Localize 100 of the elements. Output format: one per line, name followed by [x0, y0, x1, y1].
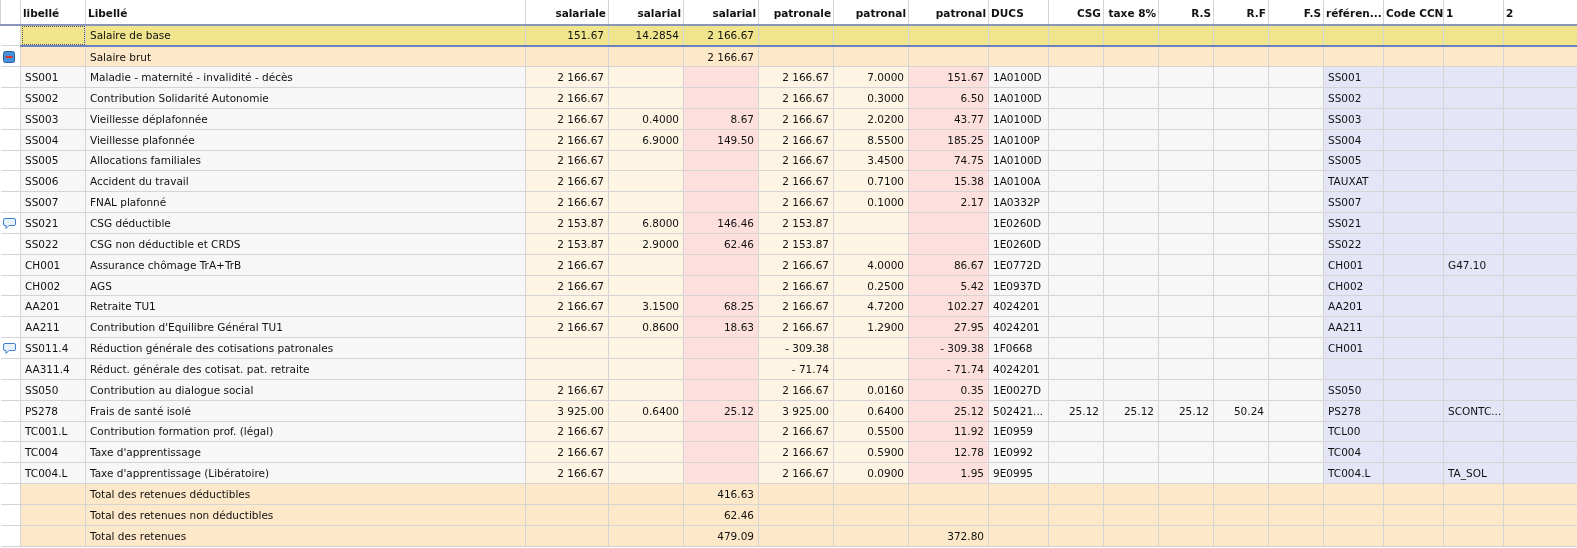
table-cell: Taxe d'apprentissage (Libératoire): [90, 467, 270, 480]
table-cell: 1E0027D: [993, 383, 1042, 396]
table-cell: SS022: [25, 237, 59, 250]
table-cell: 0.3000: [867, 91, 904, 104]
table-cell: 2 166.67: [782, 300, 829, 313]
table-cell: 149.50: [717, 133, 754, 146]
table-cell: CH001: [25, 258, 61, 271]
table-cell: 2 166.67: [782, 175, 829, 188]
table-cell: 151.67: [947, 71, 984, 84]
table-cell: G47.10: [1448, 258, 1487, 271]
table-cell: 1A0100D: [993, 71, 1042, 84]
table-cell: 8.5500: [867, 133, 904, 146]
table-cell: 2 166.67: [782, 112, 829, 125]
table-cell: SS004: [1328, 133, 1362, 146]
collapse-icon[interactable]: [2, 50, 15, 63]
table-cell: TC004: [1328, 446, 1362, 459]
table-cell: 2 166.67: [782, 321, 829, 334]
table-cell: Frais de santé isolé: [90, 404, 191, 417]
table-cell: 416.63: [717, 488, 754, 500]
comment-icon[interactable]: [2, 343, 16, 355]
table-cell: 25.12: [1123, 404, 1154, 417]
table-cell: 2 166.67: [557, 300, 604, 313]
table-cell: 5.42: [960, 279, 984, 292]
table-cell: 0.2500: [867, 279, 904, 292]
table-cell: Total des retenues déductibles: [90, 488, 251, 500]
table-cell: SS003: [1328, 112, 1362, 125]
table-cell: 25.12: [1178, 404, 1209, 417]
table-cell: 86.67: [953, 258, 984, 271]
table-cell: 2 166.67: [707, 50, 754, 63]
table-cell: 74.75: [953, 154, 984, 167]
table-cell: 50.24: [1233, 404, 1264, 417]
table-cell: SS021: [1328, 217, 1362, 229]
table-cell: Total des retenues: [90, 529, 187, 542]
table-cell: 11.92: [953, 425, 984, 438]
table-cell: SS022: [1328, 237, 1362, 250]
table-cell: Réduction générale des cotisations patronales: [90, 342, 334, 355]
table-cell: Contribution au dialogue social: [90, 383, 254, 396]
table-cell: 14.2854: [635, 29, 679, 42]
table-cell: 2 166.67: [782, 425, 829, 438]
table-cell: 3.1500: [642, 300, 679, 313]
table-cell: CH001: [1328, 258, 1364, 271]
column-header[interactable]: 1: [1446, 7, 1454, 19]
table-cell: 2 166.67: [782, 279, 829, 292]
table-cell: 43.77: [953, 112, 984, 125]
table-cell: 102.27: [947, 300, 984, 313]
table-cell: 1.95: [960, 467, 984, 480]
column-header[interactable]: F.S: [1303, 7, 1321, 19]
table-cell: 6.9000: [642, 133, 679, 146]
table-cell: TC004.L: [1328, 467, 1371, 480]
table-cell: 4024201: [993, 300, 1040, 313]
table-cell: SCONTC...: [1448, 404, 1502, 417]
table-cell: TCL00: [1328, 425, 1361, 438]
table-cell: TA_SOL: [1448, 467, 1487, 480]
table-cell: AA211: [25, 321, 60, 334]
table-cell: 15.38: [953, 175, 984, 188]
table-cell: 1A0100D: [993, 154, 1042, 167]
table-cell: SS001: [25, 71, 59, 84]
table-cell: 1A0100A: [993, 175, 1041, 188]
column-header[interactable]: R.S: [1191, 7, 1211, 19]
table-cell: Contribution d'Equilibre Général TU1: [90, 321, 283, 334]
table-cell: 185.25: [947, 133, 984, 146]
table-cell: 2 166.67: [782, 383, 829, 396]
column-header[interactable]: 2: [1506, 7, 1514, 19]
table-cell: 2 166.67: [782, 154, 829, 167]
table-cell: 3.4500: [867, 154, 904, 167]
table-cell: Salaire de base: [90, 29, 171, 42]
table-cell: CSG déductible: [90, 217, 171, 229]
table-cell: 0.6400: [642, 404, 679, 417]
table-cell: 6.8000: [642, 217, 679, 229]
table-cell: 2 166.67: [557, 467, 604, 480]
table-cell: 2 166.67: [707, 29, 754, 42]
column-header[interactable]: R.F: [1246, 7, 1266, 19]
table-cell: Contribution Solidarité Autonomie: [90, 91, 269, 104]
table-cell: 0.1000: [867, 196, 904, 209]
table-cell: 25.12: [1068, 404, 1099, 417]
table-cell: 62.46: [723, 237, 754, 250]
table-cell: 0.0900: [867, 467, 904, 480]
table-cell: AA201: [1328, 300, 1363, 313]
table-cell: 1E0772D: [993, 258, 1042, 271]
table-cell: - 309.38: [940, 342, 984, 355]
table-cell: CH002: [1328, 279, 1364, 292]
table-cell: 3 925.00: [782, 404, 829, 417]
table-cell: 2 166.67: [782, 467, 829, 480]
table-cell: 502421...: [993, 404, 1044, 417]
table-cell: 0.0160: [867, 383, 904, 396]
table-cell: 4.7200: [867, 300, 904, 313]
table-cell: TC004: [25, 446, 59, 459]
table-cell: 1E0937D: [993, 279, 1042, 292]
table-cell: CH002: [25, 279, 61, 292]
table-cell: TC001.L: [25, 425, 68, 438]
table-cell: 1A0100P: [993, 133, 1040, 146]
comment-icon[interactable]: [2, 218, 16, 230]
table-cell: 25.12: [953, 404, 984, 417]
table-cell: SS002: [25, 91, 59, 104]
table-cell: TC004.L: [25, 467, 68, 480]
table-cell: Contribution formation prof. (légal): [90, 425, 274, 438]
column-header[interactable]: Libellé: [88, 7, 128, 19]
table-cell: 0.35: [960, 383, 984, 396]
table-cell: SS021: [25, 217, 59, 229]
table-cell: Total des retenues non déductibles: [90, 508, 274, 521]
